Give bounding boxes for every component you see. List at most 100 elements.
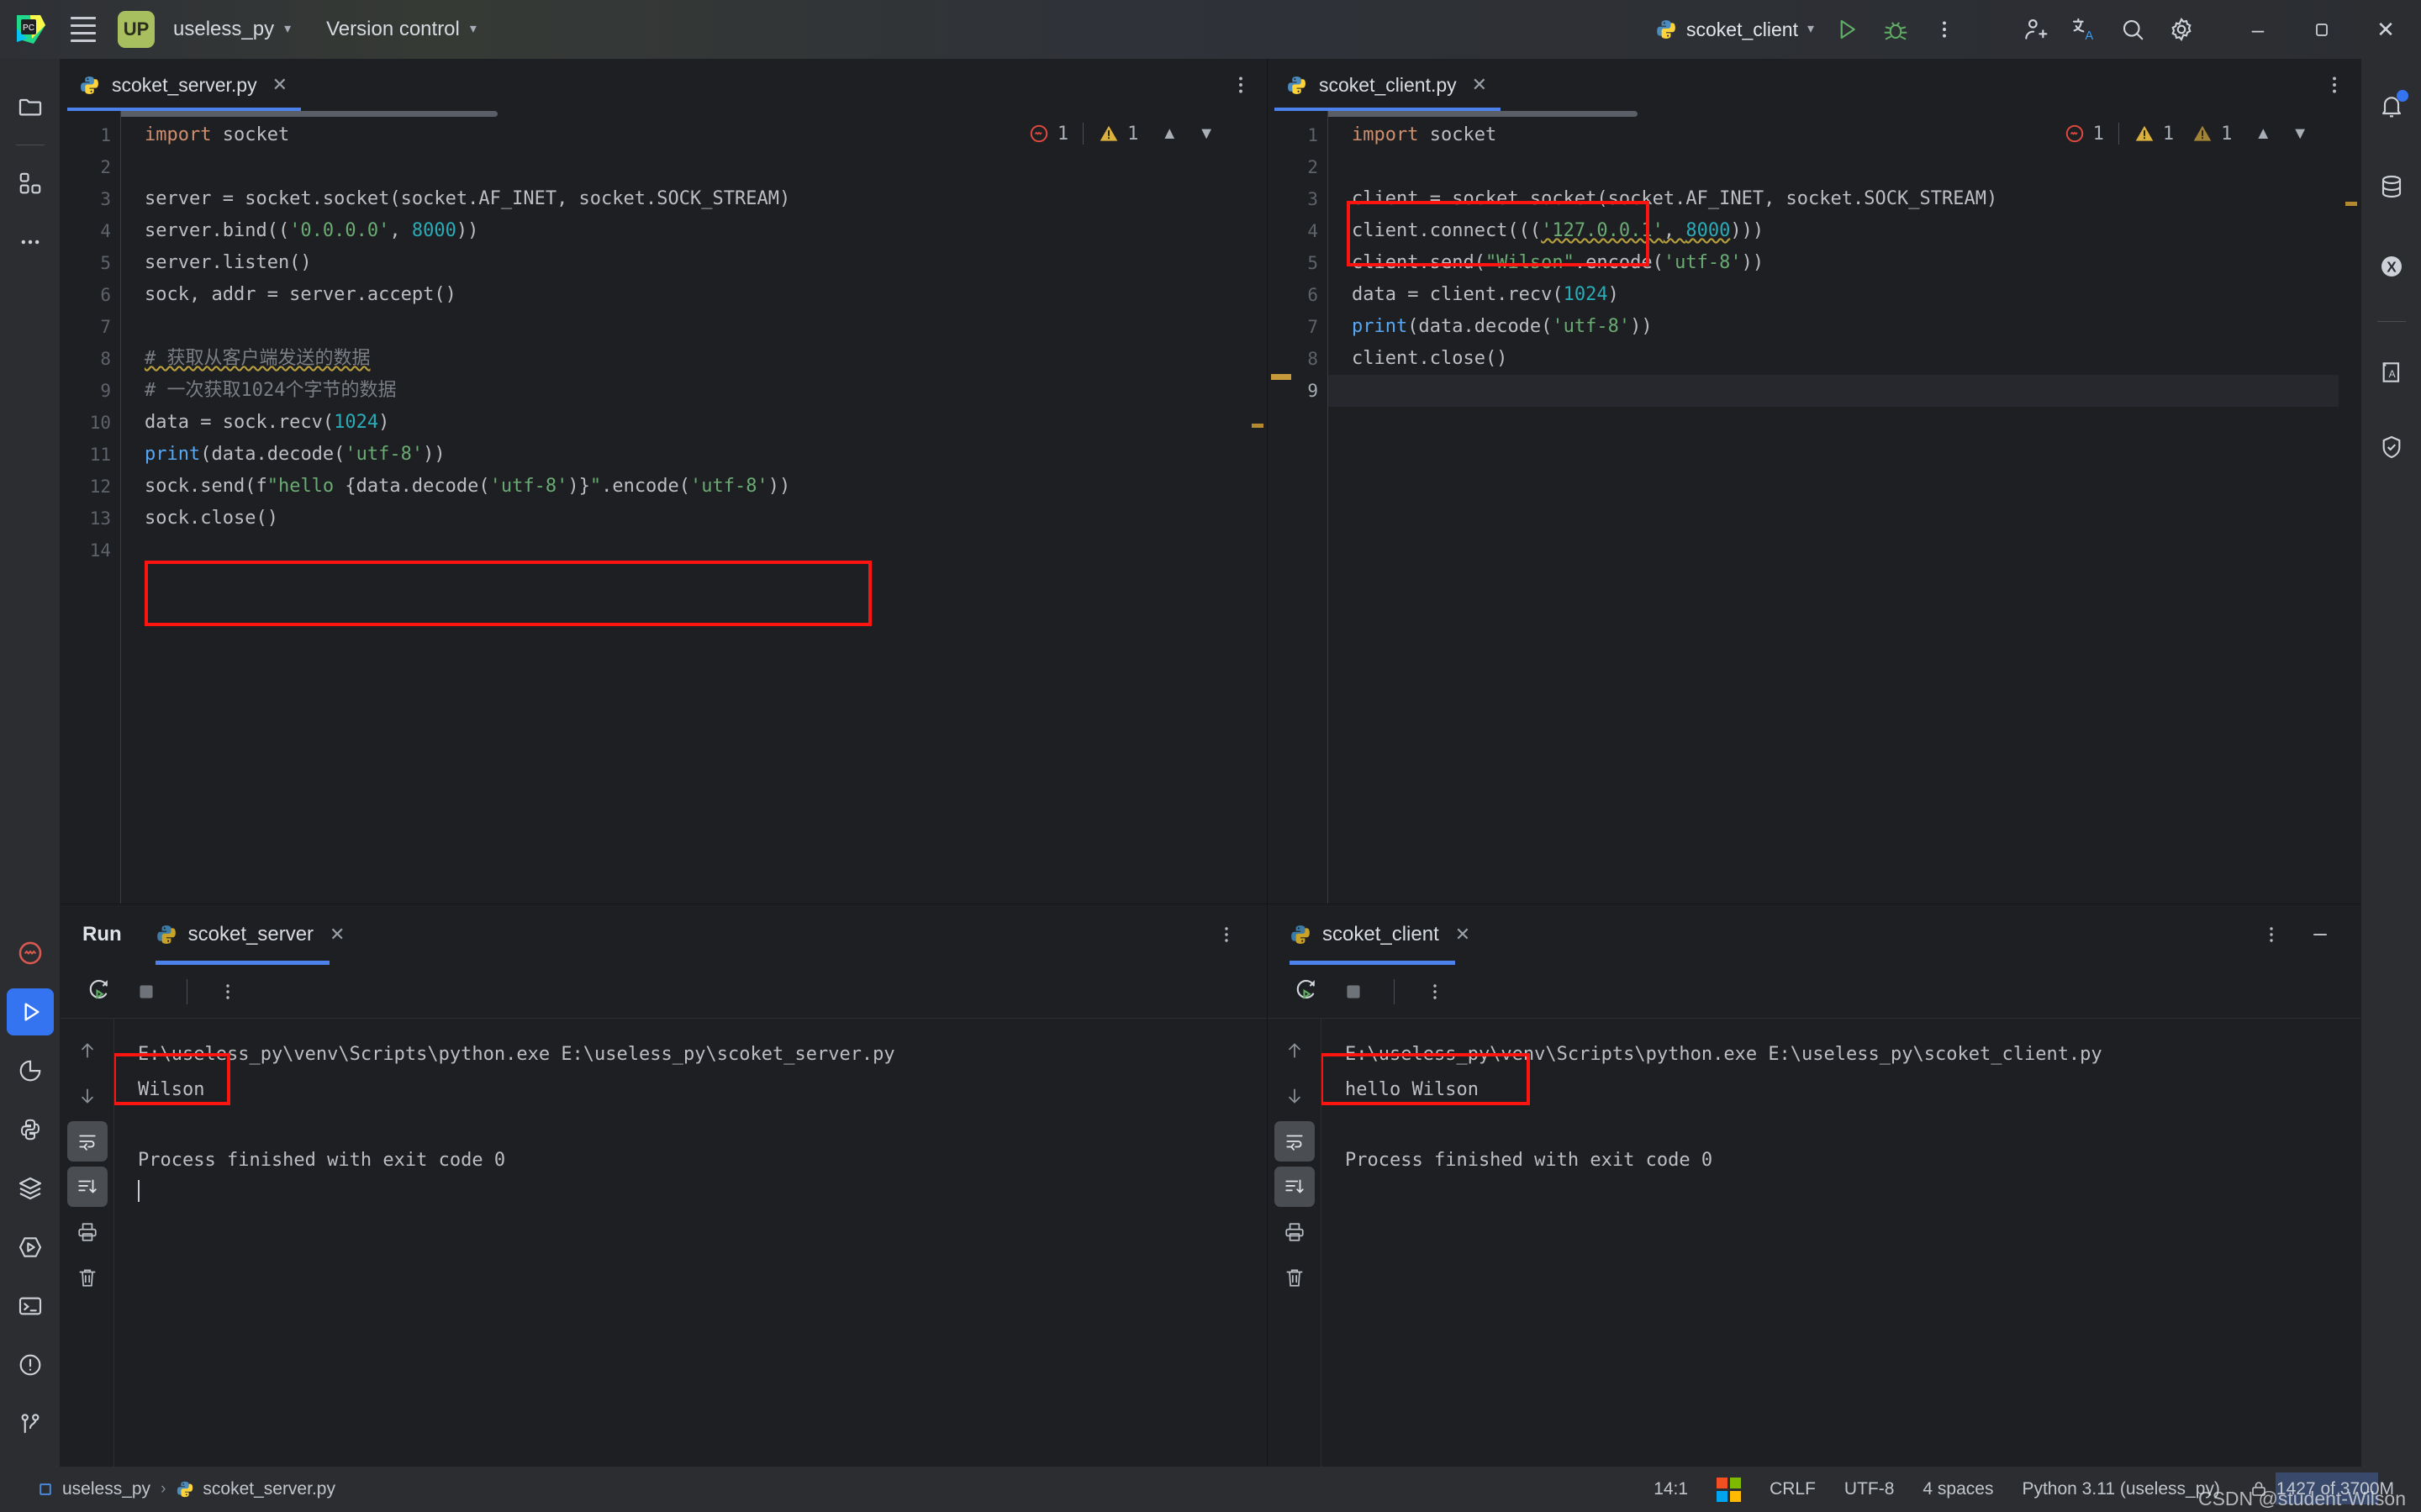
more-actions-icon[interactable]	[1920, 5, 1969, 54]
project-name-dropdown[interactable]: useless_py ▾	[163, 13, 301, 46]
editor-options-icon[interactable]	[2323, 74, 2345, 96]
next-problem-icon[interactable]: ▼	[1189, 124, 1223, 144]
clear-all-icon[interactable]	[1274, 1257, 1315, 1298]
minimize-window-button[interactable]: –	[2226, 0, 2290, 59]
previous-problem-icon[interactable]: ▲	[2246, 124, 2280, 144]
scroll-down-icon[interactable]	[1274, 1076, 1315, 1116]
scroll-to-end-icon[interactable]	[67, 1167, 108, 1207]
hamburger-icon[interactable]	[66, 12, 101, 47]
code-line[interactable]	[1352, 151, 2339, 183]
warning-indicator[interactable]: 1	[2123, 123, 2185, 145]
warning-marker[interactable]	[1252, 424, 1263, 428]
translate-icon[interactable]: A	[2060, 5, 2108, 54]
project-folder-icon[interactable]	[7, 83, 54, 130]
maximize-window-button[interactable]	[2290, 0, 2354, 59]
problems-icon[interactable]	[7, 930, 54, 977]
code-line[interactable]: print(data.decode('utf-8'))	[145, 439, 1245, 471]
python-console-icon[interactable]	[7, 1224, 54, 1271]
python-packages-icon[interactable]	[7, 1106, 54, 1153]
scroll-up-icon[interactable]	[1274, 1030, 1315, 1071]
code-line[interactable]: # 一次获取1024个字节的数据	[145, 375, 1245, 407]
warning-marker[interactable]	[2345, 202, 2357, 206]
close-icon[interactable]: ✕	[1455, 924, 1470, 946]
dictionary-icon[interactable]: A	[2368, 349, 2415, 396]
x-circle-icon[interactable]: X	[2368, 243, 2415, 290]
scroll-up-icon[interactable]	[67, 1030, 108, 1071]
notifications-icon[interactable]	[2368, 83, 2415, 130]
run-tab-scoket-server[interactable]: scoket_server ✕	[156, 904, 345, 965]
more-icon[interactable]	[2251, 914, 2292, 955]
rerun-icon[interactable]	[79, 972, 119, 1012]
clear-all-icon[interactable]	[67, 1257, 108, 1298]
version-control-dropdown[interactable]: Version control ▾	[316, 13, 487, 46]
error-indicator[interactable]: 1	[1017, 123, 1079, 145]
close-window-button[interactable]: ✕	[2354, 0, 2418, 59]
soft-wrap-icon[interactable]	[67, 1121, 108, 1162]
more-icon[interactable]	[208, 972, 248, 1012]
python-interpreter[interactable]: Python 3.11 (useless_py)	[2022, 1479, 2219, 1499]
file-encoding[interactable]: UTF-8	[1844, 1479, 1895, 1499]
more-icon[interactable]	[1415, 972, 1455, 1012]
scroll-to-end-icon[interactable]	[1274, 1167, 1315, 1207]
code-line[interactable]: data = sock.recv(1024)	[145, 407, 1245, 439]
indent-setting[interactable]: 4 spaces	[1923, 1479, 1993, 1499]
code-line[interactable]: client.connect((('127.0.0.1', 8000)))	[1352, 215, 2339, 247]
add-user-icon[interactable]	[2011, 5, 2060, 54]
database-icon[interactable]	[2368, 163, 2415, 210]
run-tab-scoket-client[interactable]: scoket_client ✕	[1290, 904, 1470, 965]
editor-tab-scoket-client[interactable]: scoket_client.py ✕	[1268, 59, 1504, 111]
close-icon[interactable]: ✕	[269, 74, 291, 96]
run-configuration-selector[interactable]: scoket_client ▾	[1647, 14, 1822, 45]
code-content-right[interactable]: import socket client = socket.socket(soc…	[1328, 111, 2339, 904]
code-line[interactable]	[145, 535, 1245, 566]
stop-icon[interactable]	[1333, 972, 1374, 1012]
windows-icon[interactable]	[1717, 1478, 1741, 1502]
editor-tab-scoket-server[interactable]: scoket_server.py ✕	[61, 59, 304, 111]
run-icon[interactable]	[1822, 5, 1871, 54]
code-line[interactable]: client.send("Wilson".encode('utf-8'))	[1352, 247, 2339, 279]
structure-icon[interactable]	[7, 160, 54, 207]
code-line[interactable]: sock.send(f"hello {data.decode('utf-8')}…	[145, 471, 1245, 503]
editor-left[interactable]: 1234567891011121314 import socket server…	[61, 111, 1267, 904]
soft-wrap-icon[interactable]	[1274, 1121, 1315, 1162]
profiler-icon[interactable]	[7, 1047, 54, 1094]
security-shield-icon[interactable]	[2368, 424, 2415, 471]
more-tool-windows-icon[interactable]	[7, 219, 54, 266]
caret-position[interactable]: 14:1	[1654, 1479, 1688, 1499]
line-separator[interactable]: CRLF	[1770, 1479, 1816, 1499]
code-line[interactable]: server.bind(('0.0.0.0', 8000))	[145, 215, 1245, 247]
settings-gear-icon[interactable]	[2157, 5, 2206, 54]
console-left[interactable]: E:\useless_py\venv\Scripts\python.exe E:…	[114, 1019, 1267, 1467]
code-line[interactable]: server.listen()	[145, 247, 1245, 279]
editor-marker-column-left[interactable]	[1245, 111, 1267, 904]
problems-alert-icon[interactable]	[7, 1341, 54, 1388]
version-control-icon[interactable]	[7, 1400, 54, 1447]
minimize-icon[interactable]	[2300, 914, 2340, 955]
breadcrumb-item-module[interactable]: useless_py	[37, 1479, 150, 1499]
editor-options-icon[interactable]	[1230, 74, 1252, 96]
close-icon[interactable]: ✕	[330, 924, 345, 946]
code-line[interactable]	[145, 311, 1245, 343]
console-right[interactable]: E:\useless_py\venv\Scripts\python.exe E:…	[1321, 1019, 2360, 1467]
code-content-left[interactable]: import socket server = socket.socket(soc…	[121, 111, 1245, 904]
breadcrumb-item-file[interactable]: scoket_server.py	[176, 1479, 335, 1499]
code-line[interactable]: server = socket.socket(socket.AF_INET, s…	[145, 183, 1245, 215]
code-line[interactable]: client.close()	[1352, 343, 2339, 375]
code-line[interactable]: print(data.decode('utf-8'))	[1352, 311, 2339, 343]
stop-icon[interactable]	[126, 972, 166, 1012]
code-line[interactable]: client = socket.socket(socket.AF_INET, s…	[1352, 183, 2339, 215]
scroll-down-icon[interactable]	[67, 1076, 108, 1116]
code-line[interactable]: # 获取从客户端发送的数据	[145, 343, 1245, 375]
code-line[interactable]: sock, addr = server.accept()	[145, 279, 1245, 311]
run-tool-window-icon[interactable]	[7, 988, 54, 1035]
code-line[interactable]: data = client.recv(1024)	[1352, 279, 2339, 311]
services-icon[interactable]	[7, 1165, 54, 1212]
print-icon[interactable]	[1274, 1212, 1315, 1252]
warning-indicator[interactable]: 1	[1087, 123, 1149, 145]
error-indicator[interactable]: 1	[2053, 123, 2115, 145]
rerun-icon[interactable]	[1286, 972, 1327, 1012]
terminal-icon[interactable]	[7, 1283, 54, 1330]
previous-problem-icon[interactable]: ▲	[1152, 124, 1186, 144]
more-icon[interactable]	[1206, 914, 1247, 955]
editor-right[interactable]: 123456789 import socket client = socket.…	[1268, 111, 2360, 904]
